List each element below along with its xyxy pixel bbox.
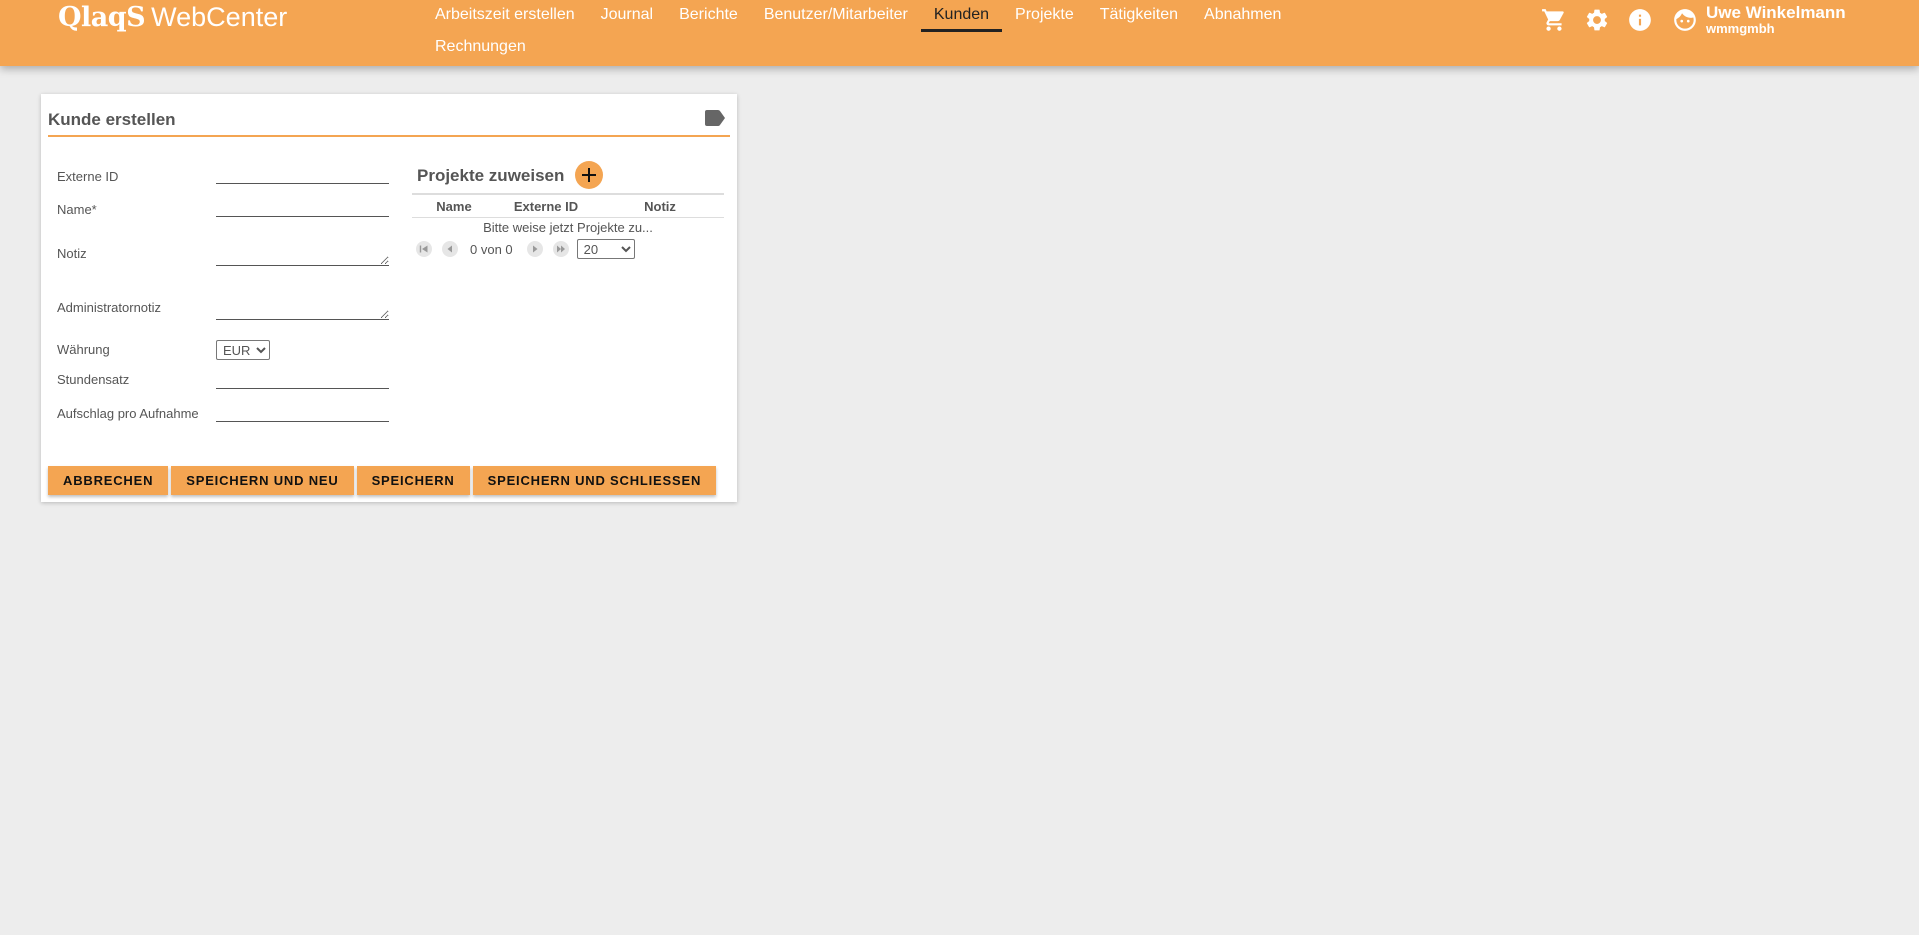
save-and-new-button[interactable]: SPEICHERN UND NEU: [171, 466, 354, 495]
save-and-close-button[interactable]: SPEICHERN UND SCHLIESSEN: [472, 466, 717, 495]
brand-logo[interactable]: QlaqS WebCenter: [58, 0, 287, 34]
nav-item-benutzer-mitarbeiter[interactable]: Benutzer/Mitarbeiter: [751, 0, 921, 30]
header-icons: [1540, 6, 1669, 34]
nav-item-berichte[interactable]: Berichte: [666, 0, 751, 30]
name-label: Name*: [57, 202, 97, 217]
assign-projects-title: Projekte zuweisen: [417, 166, 565, 185]
currency-label: Währung: [57, 342, 110, 357]
surcharge-label: Aufschlag pro Aufnahme: [57, 406, 199, 421]
next-page-button[interactable]: [526, 241, 543, 257]
card-title-divider: [48, 135, 730, 137]
column-header-external-id[interactable]: Externe ID: [496, 199, 596, 214]
main-nav-row-1: Arbeitszeit erstellen Journal Berichte B…: [422, 0, 1294, 32]
nav-item-rechnungen[interactable]: Rechnungen: [422, 32, 539, 62]
external-id-label: Externe ID: [57, 169, 119, 184]
hourly-rate-field[interactable]: [216, 369, 389, 389]
user-name: Uwe Winkelmann: [1706, 3, 1846, 22]
info-icon[interactable]: [1626, 6, 1654, 34]
user-org: wmmgmbh: [1706, 21, 1775, 36]
nav-item-abnahmen[interactable]: Abnahmen: [1191, 0, 1294, 30]
column-header-name[interactable]: Name: [412, 199, 496, 214]
hourly-rate-label: Stundensatz: [57, 372, 130, 387]
projects-pager: 0 von 0 20: [412, 238, 724, 260]
nav-item-journal[interactable]: Journal: [588, 0, 666, 30]
label-icon[interactable]: [705, 110, 725, 126]
form-actions: ABBRECHEN SPEICHERN UND NEU SPEICHERN SP…: [48, 466, 719, 495]
brand-product-name: WebCenter: [151, 1, 288, 32]
face-icon: [1672, 7, 1698, 33]
main-nav-row-2: Rechnungen: [422, 32, 539, 62]
user-info: Uwe Winkelmann wmmgmbh: [1706, 4, 1846, 36]
brand-logo-word: QlaqS: [58, 1, 146, 33]
projects-table: Name Externe ID Notiz Bitte weise jetzt …: [412, 193, 724, 260]
note-field[interactable]: [216, 242, 389, 266]
name-field[interactable]: [216, 197, 389, 217]
page-size-select[interactable]: 20: [576, 239, 635, 259]
projects-table-header: Name Externe ID Notiz: [412, 193, 724, 218]
user-menu[interactable]: Uwe Winkelmann wmmgmbh: [1672, 4, 1846, 36]
create-customer-card: Kunde erstellen Externe ID Name* Notiz A…: [41, 94, 737, 502]
card-title: Kunde erstellen: [48, 110, 176, 129]
page-range-text: 0 von 0: [470, 241, 513, 257]
nav-item-kunden[interactable]: Kunden: [920, 0, 1003, 32]
note-label: Notiz: [57, 246, 87, 261]
admin-note-label: Administratornotiz: [57, 300, 162, 315]
first-page-icon: [419, 245, 428, 253]
save-button[interactable]: SPEICHERN: [356, 466, 470, 495]
last-page-icon: [556, 245, 565, 253]
previous-page-icon: [447, 245, 452, 253]
nav-item-projekte[interactable]: Projekte: [1002, 0, 1087, 30]
projects-empty-message: Bitte weise jetzt Projekte zu...: [483, 220, 653, 235]
last-page-button[interactable]: [552, 241, 569, 257]
currency-select[interactable]: EUR: [216, 340, 270, 360]
external-id-field[interactable]: [216, 164, 389, 184]
admin-note-field[interactable]: [216, 296, 389, 320]
column-header-note[interactable]: Notiz: [596, 199, 724, 214]
plus-icon: [582, 168, 596, 182]
main-nav: Arbeitszeit erstellen Journal Berichte B…: [422, 0, 1342, 66]
top-app-bar: QlaqS WebCenter Arbeitszeit erstellen Jo…: [0, 0, 1919, 66]
cart-icon[interactable]: [1540, 6, 1568, 34]
first-page-button[interactable]: [416, 241, 432, 257]
gear-icon[interactable]: [1583, 6, 1611, 34]
nav-item-taetigkeiten[interactable]: Tätigkeiten: [1087, 0, 1191, 30]
surcharge-field[interactable]: [216, 402, 389, 422]
add-project-button[interactable]: [575, 161, 603, 189]
previous-page-button[interactable]: [442, 241, 458, 257]
cancel-button[interactable]: ABBRECHEN: [48, 466, 169, 495]
next-page-icon: [532, 245, 538, 253]
nav-item-arbeitszeit-erstellen[interactable]: Arbeitszeit erstellen: [422, 0, 588, 30]
